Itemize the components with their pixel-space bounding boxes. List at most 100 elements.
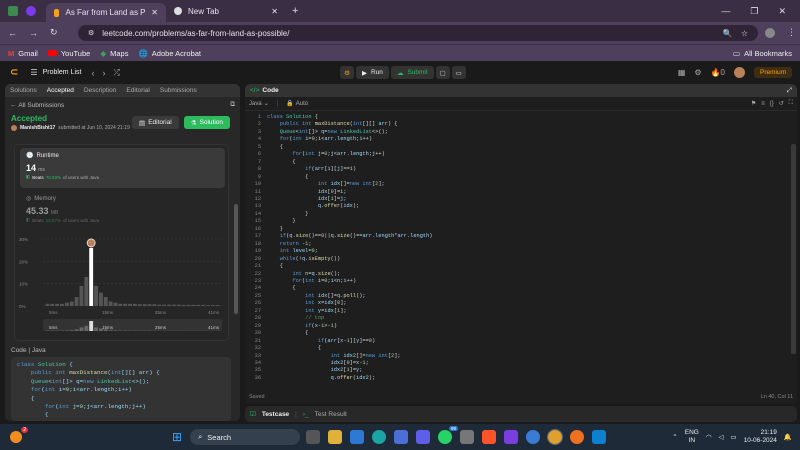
notification-bell-icon[interactable]: 🔔	[784, 433, 792, 441]
bookmark-gmail[interactable]: M Gmail	[8, 49, 38, 58]
bookmark-youtube[interactable]: YouTube	[47, 49, 90, 58]
restore-icon[interactable]: ❐	[750, 6, 758, 17]
new-tab-button[interactable]: +	[292, 5, 298, 17]
wifi-icon[interactable]: ◠	[706, 433, 712, 441]
tab-new-tab[interactable]: New Tab ✕	[166, 0, 286, 22]
site-info-icon[interactable]: ⚙	[88, 29, 94, 37]
braces-icon[interactable]: {}	[770, 101, 774, 107]
bar	[152, 304, 157, 306]
close-icon[interactable]: ✕	[271, 7, 278, 16]
runtime-card[interactable]: 🕓 Runtime 14 ms ◧ Beats 70.93% of users with…	[20, 148, 225, 188]
left-scrollbar[interactable]	[234, 204, 238, 314]
maximize-icon[interactable]: ⤢	[787, 87, 792, 95]
mini-bar	[89, 321, 94, 331]
premium-button[interactable]: Premium	[753, 67, 792, 78]
settings-icon[interactable]: ⚙	[694, 68, 701, 77]
tab-leetcode[interactable]: As Far from Land as Possible - L ✕	[46, 3, 166, 22]
menu-icon[interactable]: ⋮	[787, 27, 796, 38]
testcase-tab[interactable]: Testcase	[262, 411, 289, 418]
gmail-icon: M	[8, 48, 15, 58]
next-problem-icon[interactable]: ›	[102, 68, 105, 78]
problem-list-link[interactable]: Problem List	[43, 69, 82, 76]
star-icon[interactable]: ☆	[741, 29, 748, 38]
debug-button[interactable]: ⚙	[340, 66, 354, 79]
bookmark-adobe[interactable]: 🌐 Adobe Acrobat	[138, 49, 201, 58]
minimize-icon[interactable]: —	[721, 6, 730, 16]
layout-icon[interactable]: ▦	[678, 68, 686, 77]
weather-notification-icon[interactable]: 2	[10, 427, 28, 443]
back-icon[interactable]: ←	[8, 28, 17, 38]
app-icon[interactable]	[570, 430, 585, 444]
code-language-header: Code | Java	[11, 347, 46, 354]
fullscreen-icon[interactable]: ⛶	[789, 100, 793, 107]
language-indicator[interactable]: ENG	[685, 429, 699, 437]
zoom-icon[interactable]: 🔍	[723, 29, 733, 38]
edge-icon[interactable]	[372, 430, 387, 444]
bar	[215, 305, 220, 306]
volume-icon[interactable]: ◁	[719, 433, 724, 441]
bookmark-icon[interactable]: ⚑	[751, 100, 756, 107]
notes-button[interactable]: ▢	[435, 66, 450, 79]
tab-editorial[interactable]: Editorial	[126, 87, 149, 94]
reload-icon[interactable]: ↻	[50, 27, 58, 38]
profile-icon[interactable]	[765, 27, 775, 38]
clock-date: 10-06-2024	[743, 437, 777, 444]
clock-time[interactable]: 21:19	[744, 429, 777, 437]
brave-icon[interactable]	[482, 430, 497, 444]
chrome-icon[interactable]	[547, 429, 564, 445]
username[interactable]: ManishBisht17	[20, 125, 55, 131]
tab-submissions[interactable]: Submissions	[160, 87, 197, 94]
app-icon[interactable]	[416, 430, 431, 444]
runtime-distribution-chart[interactable]: 30% 20% 10% 0% 5ms 15ms 25ms 41ms 5ms 15ms 25ms 41m…	[15, 231, 230, 339]
editorial-button[interactable]: ▤ Editorial	[132, 116, 179, 129]
vscode-icon[interactable]	[592, 430, 607, 444]
forward-icon[interactable]: →	[29, 28, 38, 38]
settings-app-icon[interactable]	[460, 430, 475, 444]
run-button[interactable]: ▶ Run	[356, 66, 389, 79]
solution-button[interactable]: ⚗ Solution	[183, 116, 230, 129]
all-bookmarks[interactable]: ▭ All Bookmarks	[733, 49, 792, 58]
memory-card[interactable]: ◎ Memory 45.33 MB ◧ Beats 29.57% of users wi…	[20, 191, 225, 229]
fire-count: 0	[720, 68, 725, 77]
close-window-icon[interactable]: ✕	[778, 6, 786, 17]
url-field[interactable]: ⚙ leetcode.com/problems/as-far-from-land…	[78, 25, 758, 41]
tab-accepted[interactable]: Accepted	[47, 87, 74, 94]
language-select[interactable]: Java ⌄	[249, 100, 269, 108]
file-explorer-icon[interactable]	[328, 430, 343, 444]
task-view-icon[interactable]	[306, 430, 321, 444]
chevron-down-icon: ⌄	[263, 101, 269, 107]
code-text[interactable]: class Solution { public int maxDistance(…	[267, 114, 432, 382]
format-icon[interactable]: ≡	[761, 101, 765, 107]
chat-button[interactable]: ▭	[451, 66, 466, 79]
close-icon[interactable]: ✕	[151, 8, 158, 17]
app-icon[interactable]	[504, 430, 519, 444]
prev-problem-icon[interactable]: ‹	[91, 68, 94, 78]
tab-description[interactable]: Description	[84, 87, 117, 94]
test-result-tab[interactable]: Test Result	[315, 411, 347, 418]
all-submissions-link[interactable]: All Submissions	[18, 102, 64, 109]
copilot-icon[interactable]	[526, 430, 541, 444]
tab-group-icon[interactable]	[8, 6, 18, 16]
reset-icon[interactable]: ↺	[779, 100, 784, 107]
tab-group-icon[interactable]	[26, 6, 36, 16]
editor-scrollbar[interactable]	[791, 144, 796, 354]
shuffle-icon[interactable]: ⤮	[113, 68, 119, 78]
tab-solutions[interactable]: Solutions	[10, 87, 37, 94]
leetcode-logo-icon[interactable]: ⊂	[10, 67, 18, 78]
avatar[interactable]	[733, 67, 745, 78]
code-area[interactable]: 1 2 3 4 5 6 7 8 9 10 11 12 13 14 15 16 1…	[245, 114, 797, 390]
beats-icon: ◧	[26, 174, 31, 179]
windows-start-icon[interactable]: ⊞	[172, 430, 182, 444]
photos-icon[interactable]	[350, 430, 365, 444]
chevron-up-icon[interactable]: ⌃	[672, 433, 677, 441]
auto-mode[interactable]: 🔒 Auto	[286, 100, 308, 108]
bookmark-maps[interactable]: ◆ Maps	[100, 49, 128, 58]
store-icon[interactable]	[394, 430, 409, 444]
fire-icon[interactable]: 🔥0	[711, 68, 725, 77]
battery-icon[interactable]: ▭	[731, 433, 737, 441]
share-icon[interactable]: ⧉	[230, 101, 235, 109]
whatsapp-icon[interactable]: 99	[438, 426, 459, 444]
submit-button[interactable]: ☁ Submit	[390, 66, 434, 79]
back-arrow-icon[interactable]: ←	[10, 102, 18, 109]
taskbar-search[interactable]: ⌕ Search	[190, 429, 301, 445]
